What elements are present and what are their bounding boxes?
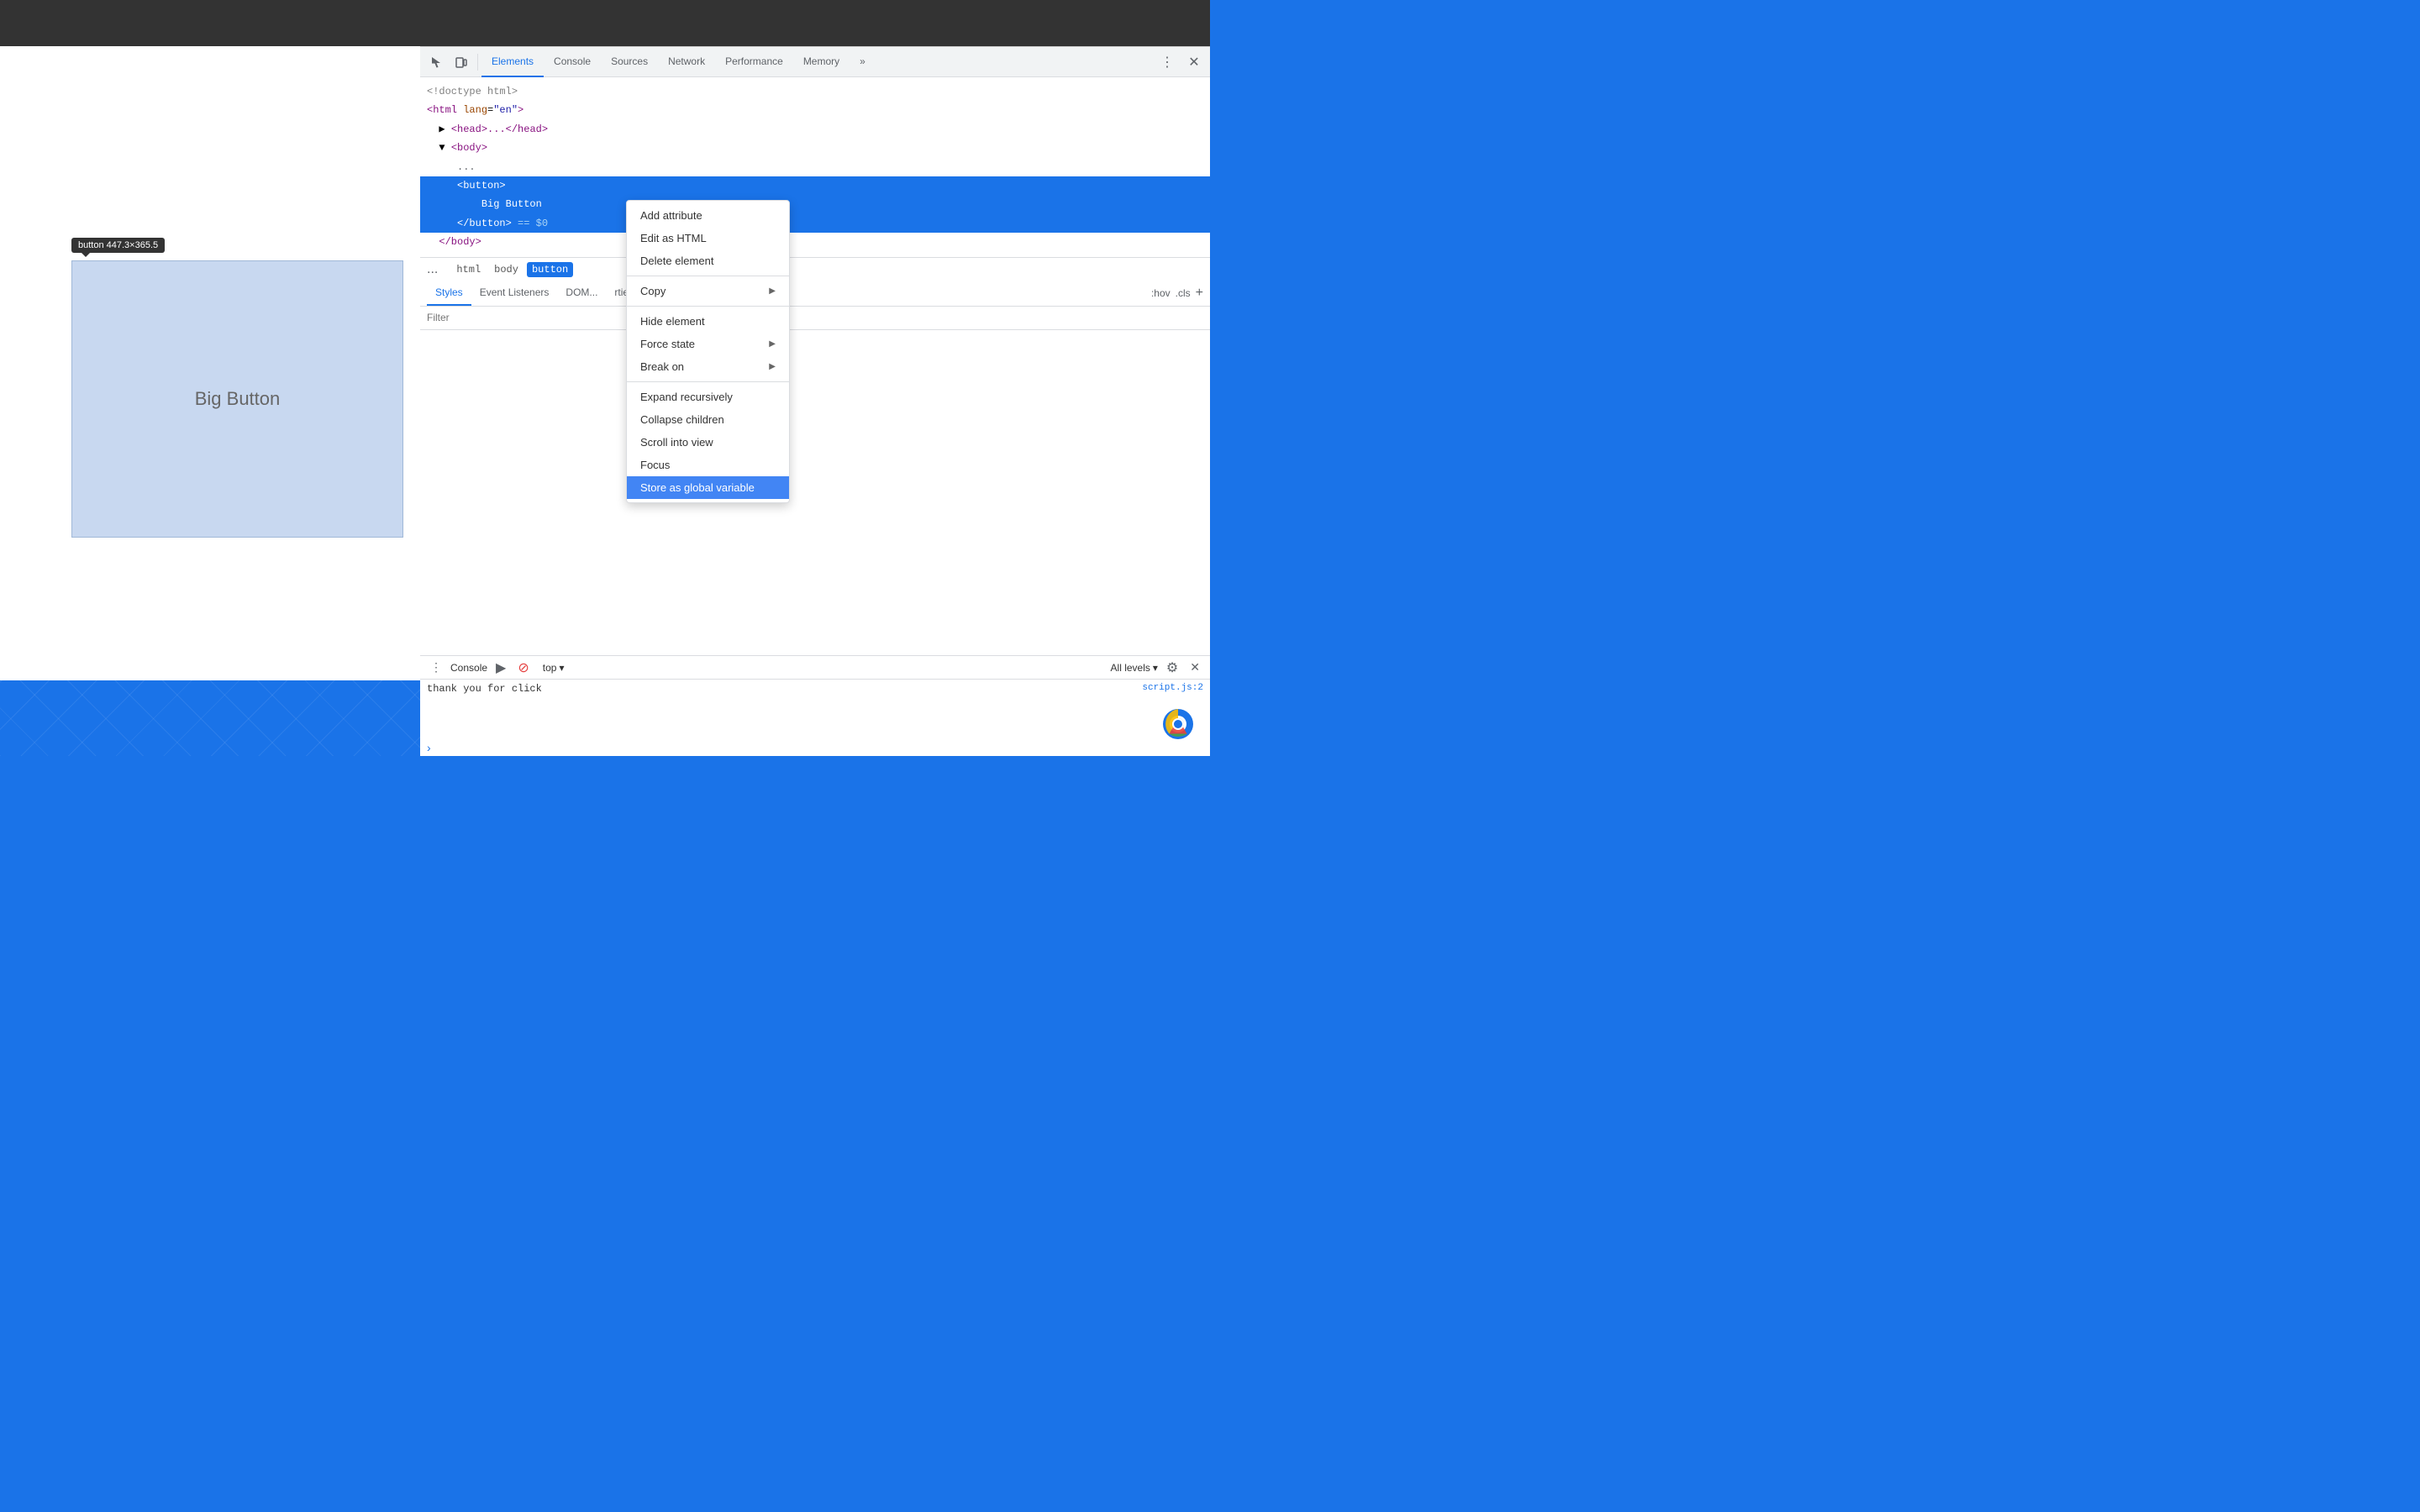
ctx-copy[interactable]: Copy ▶ bbox=[627, 280, 789, 302]
chevron-down-icon: ▾ bbox=[559, 662, 564, 674]
tree-line-doctype[interactable]: <!doctype html> bbox=[420, 82, 1210, 101]
console-chevron-icon: › bbox=[427, 741, 431, 754]
tab-styles[interactable]: Styles bbox=[427, 281, 471, 306]
console-input[interactable] bbox=[436, 742, 1203, 753]
tree-line-body-open[interactable]: ▼ <body> bbox=[420, 139, 1210, 157]
console-content: thank you for click script.js:2 bbox=[420, 680, 1210, 739]
tree-line-head[interactable]: ▶ <head>...</head> bbox=[420, 120, 1210, 139]
tab-dom[interactable]: DOM... bbox=[557, 281, 606, 306]
breadcrumb: html body button bbox=[445, 258, 1210, 281]
console-log-text: thank you for click bbox=[427, 683, 542, 695]
styles-filter-row bbox=[420, 307, 1210, 330]
ctx-delete-element[interactable]: Delete element bbox=[627, 249, 789, 272]
ctx-store-global[interactable]: Store as global variable bbox=[627, 476, 789, 499]
console-source[interactable]: script.js:2 bbox=[1142, 683, 1203, 695]
copy-arrow-icon: ▶ bbox=[769, 286, 776, 296]
context-menu: Add attribute Edit as HTML Delete elemen… bbox=[626, 200, 790, 503]
device-toolbar-icon[interactable] bbox=[449, 50, 474, 75]
breadcrumb-row: ... html body button bbox=[420, 257, 1210, 281]
breadcrumb-html[interactable]: html bbox=[451, 262, 486, 277]
ctx-force-state[interactable]: Force state ▶ bbox=[627, 333, 789, 355]
tree-line-html[interactable]: <html lang="en"> bbox=[420, 101, 1210, 119]
close-devtools-button[interactable]: ✕ bbox=[1181, 50, 1207, 75]
breadcrumb-button[interactable]: button bbox=[527, 262, 573, 277]
tree-line-button-close[interactable]: </button> == $0 bbox=[420, 214, 1210, 233]
tab-event-listeners[interactable]: Event Listeners bbox=[471, 281, 558, 306]
browser-chrome bbox=[0, 0, 1210, 46]
console-log-line: thank you for click script.js:2 bbox=[427, 683, 1203, 695]
styles-content bbox=[420, 330, 1210, 655]
console-level-label: All levels bbox=[1111, 662, 1150, 674]
chevron-down-icon-2: ▾ bbox=[1153, 662, 1158, 674]
tab-network[interactable]: Network bbox=[658, 47, 715, 77]
tree-line-button-open[interactable]: <button> bbox=[420, 176, 1210, 195]
console-input-line: › bbox=[420, 739, 1210, 756]
big-button-label: Big Button bbox=[195, 388, 281, 410]
ctx-focus[interactable]: Focus bbox=[627, 454, 789, 476]
ctx-scroll-into-view[interactable]: Scroll into view bbox=[627, 431, 789, 454]
webpage-area: button 447.3×365.5 Big Button bbox=[0, 46, 420, 680]
breadcrumb-body[interactable]: body bbox=[489, 262, 523, 277]
console-level-filter[interactable]: All levels ▾ bbox=[1111, 662, 1158, 674]
big-button[interactable]: Big Button bbox=[71, 260, 403, 538]
cursor-icon[interactable] bbox=[424, 50, 449, 75]
cls-button[interactable]: .cls bbox=[1176, 287, 1191, 299]
chrome-logo bbox=[1163, 709, 1193, 739]
styles-filter-input[interactable] bbox=[427, 312, 1203, 323]
console-toolbar: ⋮ Console ▶ ⊘ top ▾ All levels ▾ ⚙ bbox=[420, 656, 1210, 680]
ctx-edit-html[interactable]: Edit as HTML bbox=[627, 227, 789, 249]
panel-tabs: Styles Event Listeners DOM... rties Acce… bbox=[420, 281, 1210, 307]
ctx-sep-2 bbox=[627, 306, 789, 307]
ctx-hide-element[interactable]: Hide element bbox=[627, 310, 789, 333]
elements-panel: <!doctype html> <html lang="en"> ▶ <head… bbox=[420, 77, 1210, 756]
ctx-add-attribute[interactable]: Add attribute bbox=[627, 204, 789, 227]
tab-sources[interactable]: Sources bbox=[601, 47, 658, 77]
ctx-collapse-children[interactable]: Collapse children bbox=[627, 408, 789, 431]
settings-icon[interactable]: ⋮ bbox=[1155, 50, 1180, 75]
tree-line-ellipsis[interactable]: ... bbox=[420, 158, 1210, 176]
styles-buttons: :hov .cls + bbox=[1151, 286, 1203, 301]
console-clear-icon[interactable]: ⊘ bbox=[514, 659, 532, 676]
ctx-expand-recursively[interactable]: Expand recursively bbox=[627, 386, 789, 408]
tab-performance[interactable]: Performance bbox=[715, 47, 793, 77]
console-context-selector[interactable]: top ▾ bbox=[538, 662, 570, 674]
console-settings-icon[interactable]: ⚙ bbox=[1163, 659, 1181, 676]
console-play-icon[interactable]: ▶ bbox=[492, 659, 509, 676]
devtools-toolbar: Elements Console Sources Network Perform… bbox=[420, 47, 1210, 77]
console-menu-icon[interactable]: ⋮ bbox=[427, 660, 445, 675]
html-tree: <!doctype html> <html lang="en"> ▶ <head… bbox=[420, 77, 1210, 257]
break-on-arrow-icon: ▶ bbox=[769, 362, 776, 371]
tab-more[interactable]: » bbox=[850, 47, 876, 77]
tab-memory[interactable]: Memory bbox=[793, 47, 850, 77]
add-style-button[interactable]: + bbox=[1196, 286, 1203, 301]
tab-elements[interactable]: Elements bbox=[481, 47, 544, 77]
console-panel: ⋮ Console ▶ ⊘ top ▾ All levels ▾ ⚙ bbox=[420, 655, 1210, 756]
tree-line-button-content[interactable]: Big Button bbox=[420, 195, 1210, 213]
ctx-sep-3 bbox=[627, 381, 789, 382]
hov-button[interactable]: :hov bbox=[1151, 287, 1171, 299]
tree-line-body-close[interactable]: </body> bbox=[420, 233, 1210, 251]
tab-console[interactable]: Console bbox=[544, 47, 601, 77]
ctx-break-on[interactable]: Break on ▶ bbox=[627, 355, 789, 378]
toolbar-divider bbox=[477, 54, 478, 71]
button-tooltip: button 447.3×365.5 bbox=[71, 238, 165, 253]
force-state-arrow-icon: ▶ bbox=[769, 339, 776, 349]
toolbar-right-icons: ⋮ ✕ bbox=[1155, 50, 1207, 75]
devtools-panel: Elements Console Sources Network Perform… bbox=[420, 46, 1210, 756]
console-context-label: top bbox=[543, 662, 557, 674]
three-dot-button[interactable]: ... bbox=[420, 262, 445, 277]
console-close-button[interactable]: ✕ bbox=[1186, 660, 1203, 675]
console-title: Console bbox=[450, 662, 487, 674]
